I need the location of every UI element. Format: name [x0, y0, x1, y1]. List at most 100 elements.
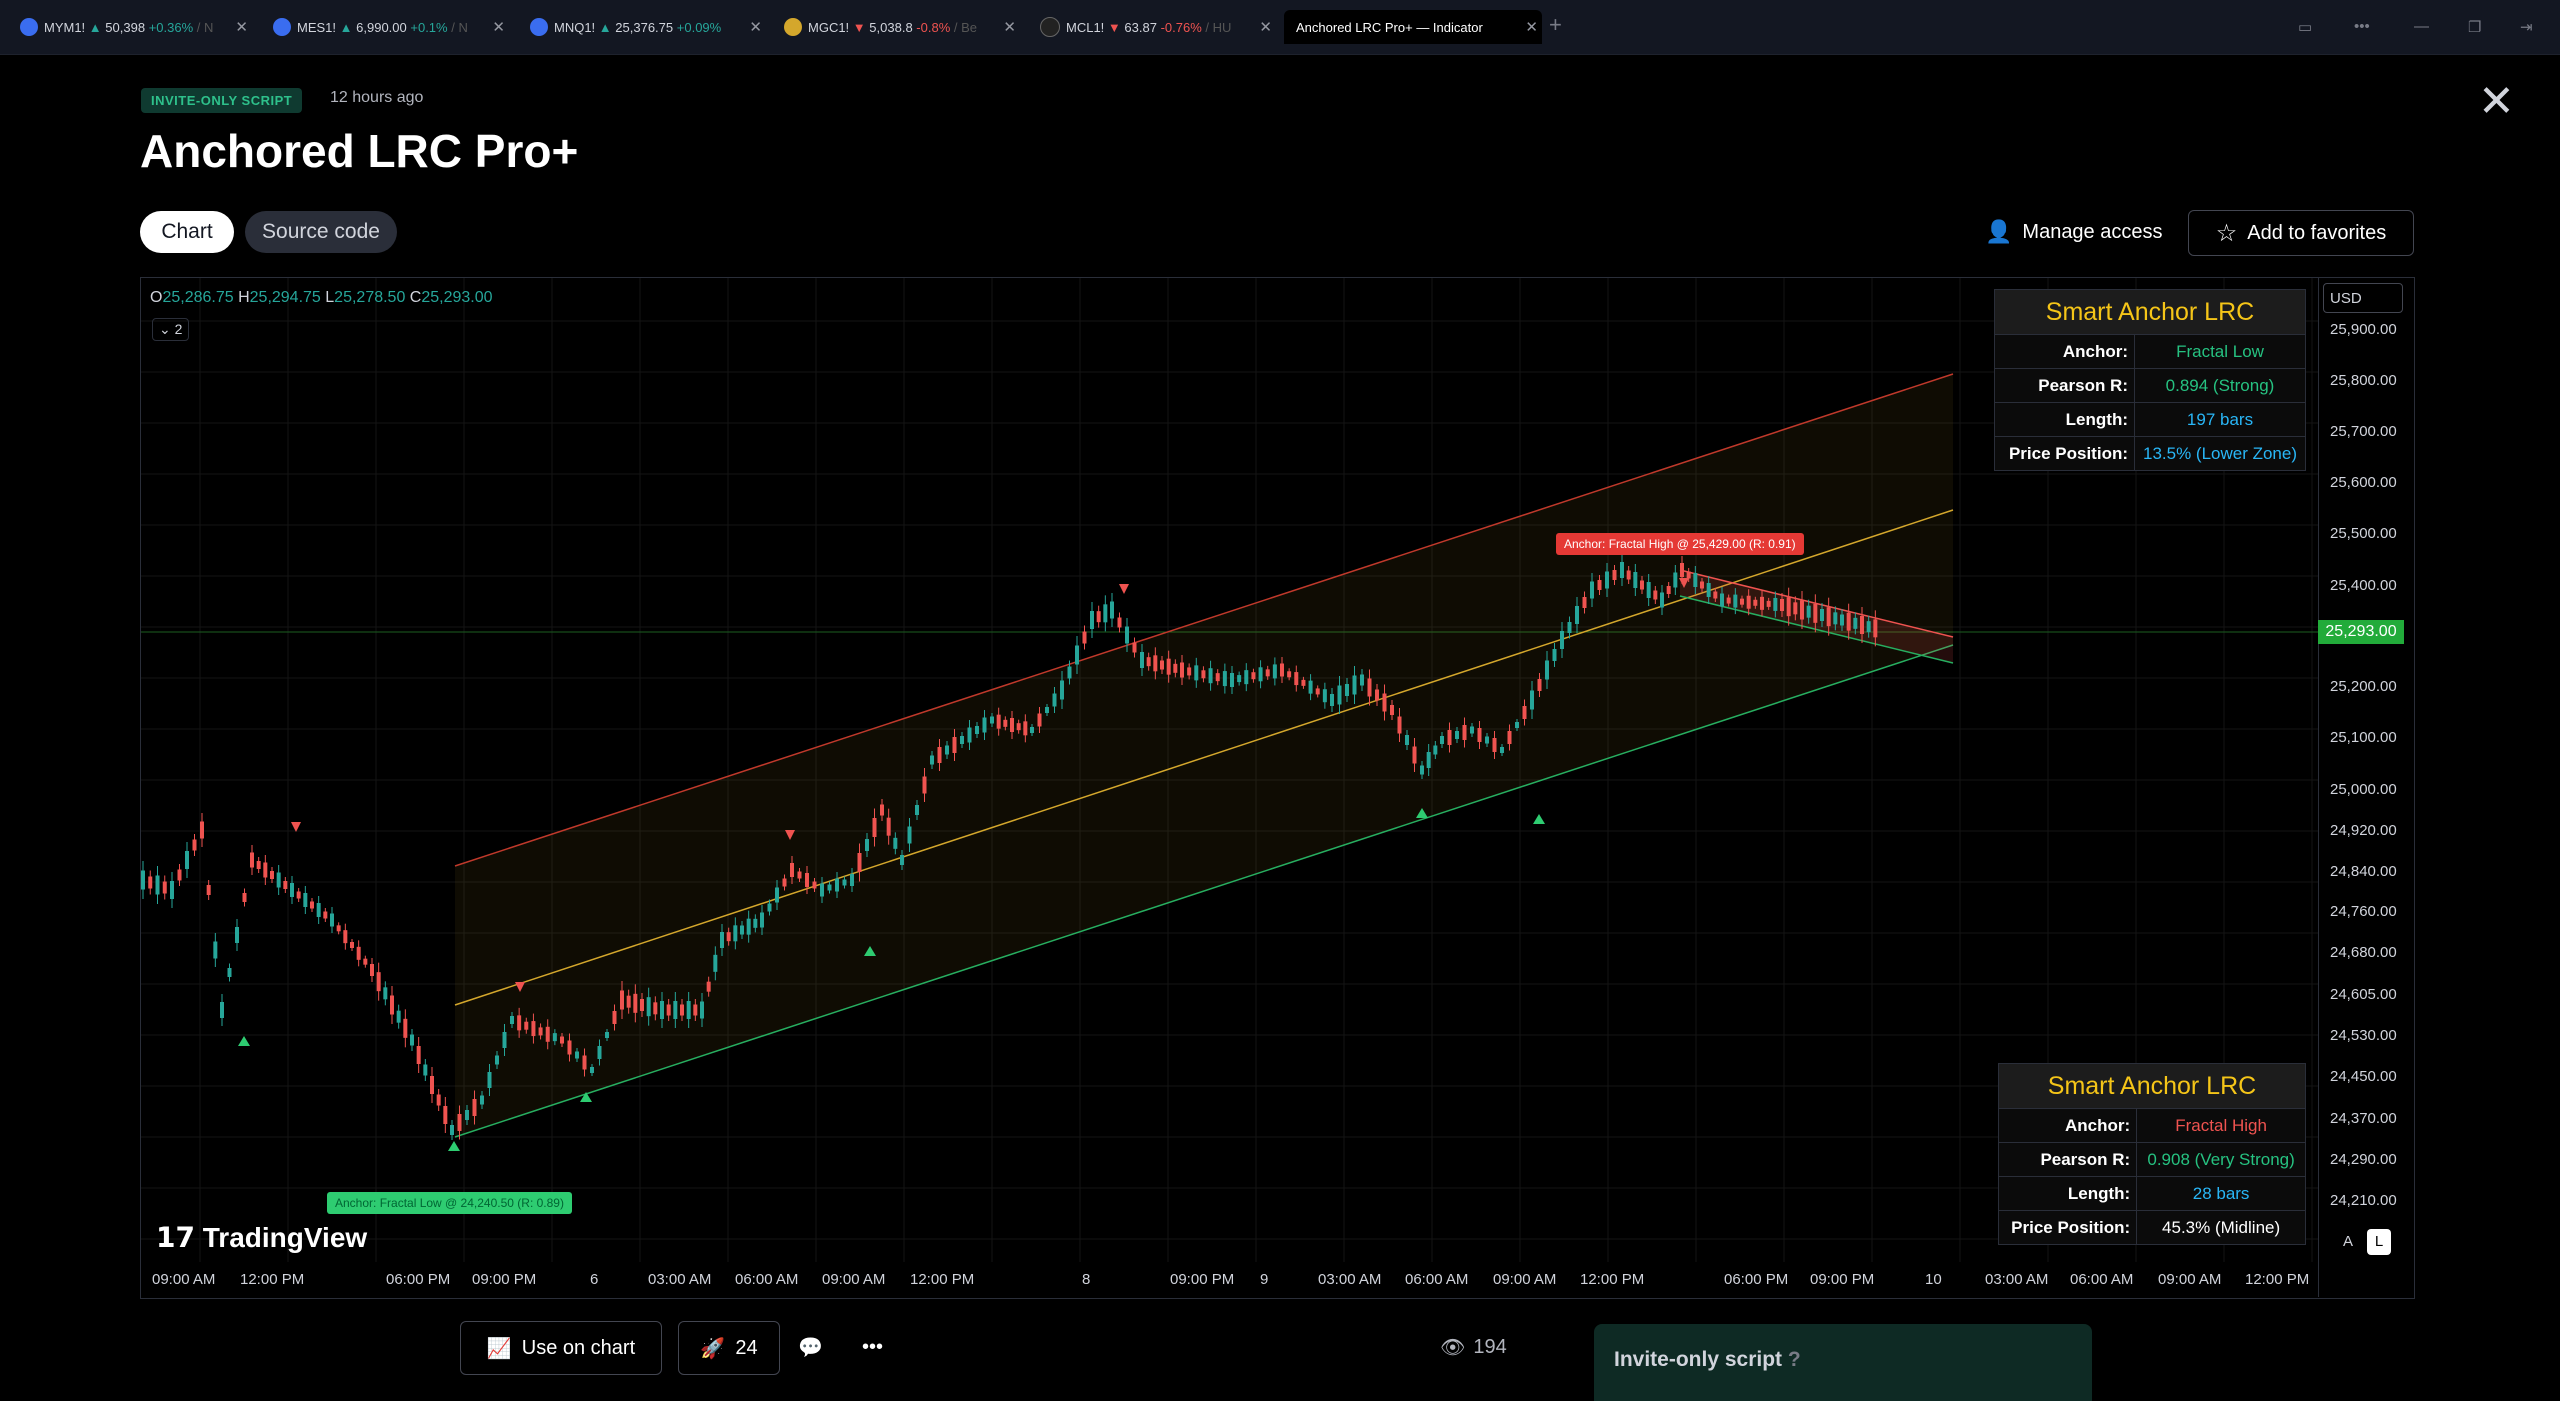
invite-only-title: Invite-only script — [1614, 1348, 1783, 1371]
price-axis-label: 24,605.00 — [2330, 986, 2397, 1003]
row-value: 45.3% (Midline) — [2136, 1210, 2305, 1244]
close-tab-icon[interactable]: ✕ — [235, 18, 248, 36]
tab-change: -0.76% — [1160, 19, 1202, 35]
new-tab-icon[interactable]: + — [1549, 12, 1562, 38]
currency-selector[interactable]: USD — [2323, 283, 2403, 313]
eye-icon: 👁 — [1440, 1336, 1466, 1359]
restore-icon[interactable]: ❐ — [2468, 18, 2481, 36]
price-axis-label: 24,680.00 — [2330, 944, 2397, 961]
price-axis-label: 25,400.00 — [2330, 577, 2397, 594]
row-key: Pearson R: — [1995, 368, 2135, 403]
us-flag-icon — [20, 18, 38, 36]
us-flag-icon — [273, 18, 291, 36]
tab-price: 25,376.75 — [615, 19, 674, 35]
more-icon[interactable]: ••• — [2354, 18, 2370, 35]
exit-icon[interactable]: ⇥ — [2520, 18, 2533, 36]
row-key: Length: — [1999, 1176, 2138, 1211]
tab-symbol: MNQ1! — [554, 19, 596, 35]
legend-toggle-button[interactable]: ⌄ 2 — [152, 318, 190, 341]
tab-price: 50,398 — [105, 19, 146, 35]
smart-anchor-panel-top: Smart Anchor LRC Anchor: Fractal Low Pear… — [1994, 289, 2306, 471]
tab-symbol: MES1! — [297, 19, 337, 35]
boost-button[interactable]: 🚀 24 — [678, 1321, 780, 1375]
time-axis-label: 03:00 AM — [1985, 1271, 2049, 1288]
log-scale-button[interactable]: L — [2367, 1229, 2391, 1255]
row-key: Anchor: — [1999, 1108, 2138, 1143]
price-axis-label: 24,290.00 — [2330, 1151, 2397, 1168]
tradingview-logo-icon: 𝟭𝟳 — [156, 1222, 195, 1253]
row-key: Pearson R: — [1999, 1142, 2138, 1177]
tab-extra: / N — [196, 19, 214, 35]
tab-mym[interactable]: MYM1! ▲ 50,398 +0.36% / N ✕ — [20, 10, 252, 44]
add-to-favorites-button[interactable]: ☆ Add to favorites — [2188, 210, 2414, 256]
row-value: 0.894 (Strong) — [2134, 368, 2305, 403]
time-axis-label: 09:00 AM — [152, 1271, 216, 1288]
rocket-icon: 🚀 — [700, 1337, 726, 1360]
time-axis-label: 12:00 PM — [910, 1271, 975, 1288]
row-value: Fractal High — [2136, 1108, 2305, 1143]
tab-extra: / Be — [953, 19, 978, 35]
close-tab-icon[interactable]: ✕ — [1525, 18, 1538, 36]
price-axis-label: 25,800.00 — [2330, 372, 2397, 389]
row-value: 13.5% (Lower Zone) — [2134, 436, 2305, 470]
tab-active-indicator[interactable]: Anchored LRC Pro+ — Indicator ✕ — [1284, 10, 1542, 44]
time-axis-label: 06:00 AM — [1405, 1271, 1469, 1288]
price-axis-label: 25,600.00 — [2330, 474, 2397, 491]
use-on-chart-button[interactable]: 📈 Use on chart — [460, 1321, 662, 1375]
more-options-icon[interactable]: ••• — [862, 1321, 883, 1373]
price-axis-label: 24,210.00 — [2330, 1192, 2397, 1209]
tab-symbol: MGC1! — [808, 19, 850, 35]
price-axis-label: 24,450.00 — [2330, 1068, 2397, 1085]
legend-count: 2 — [174, 321, 183, 337]
time-axis-label: 09:00 AM — [1493, 1271, 1557, 1288]
manage-access-label: Manage access — [2022, 220, 2163, 243]
current-price-label: 25,293.00 — [2318, 620, 2404, 644]
views-count: 👁 194 — [1440, 1321, 1507, 1373]
tab-arrow: ▲ — [339, 19, 353, 35]
close-tab-icon[interactable]: ✕ — [1003, 18, 1016, 36]
row-value: 0.908 (Very Strong) — [2136, 1142, 2305, 1177]
tab-symbol: MCL1! — [1066, 19, 1105, 35]
close-tab-icon[interactable]: ✕ — [492, 18, 505, 36]
tab-mgc[interactable]: MGC1! ▼ 5,038.8 -0.8% / Be ✕ — [784, 10, 1020, 44]
tab-mcl[interactable]: MCL1! ▼ 63.87 -0.76% / HU ✕ — [1040, 10, 1276, 44]
price-axis-label: 24,530.00 — [2330, 1027, 2397, 1044]
tab-mnq[interactable]: MNQ1! ▲ 25,376.75 +0.09% ✕ — [530, 10, 766, 44]
time-axis-label: 9 — [1260, 1271, 1269, 1288]
tab-title: Anchored LRC Pro+ — Indicator — [1296, 19, 1483, 35]
row-value: 28 bars — [2136, 1176, 2305, 1211]
tab-arrow: ▼ — [1107, 19, 1121, 35]
time-axis-label: 6 — [590, 1271, 599, 1288]
time-axis-label: 12:00 PM — [240, 1271, 305, 1288]
help-icon[interactable]: ? — [1788, 1348, 1801, 1371]
oil-drop-icon — [1040, 17, 1060, 37]
tab-extra: / HU — [1205, 19, 1232, 35]
time-axis-label: 09:00 PM — [472, 1271, 537, 1288]
minimize-icon[interactable]: — — [2414, 18, 2429, 35]
tab-source-code[interactable]: Source code — [245, 211, 397, 253]
manage-access-button[interactable]: 👤 Manage access — [1985, 210, 2162, 254]
close-icon[interactable]: ✕ — [2478, 80, 2515, 124]
time-axis-label: 10 — [1925, 1271, 1942, 1288]
tab-mes[interactable]: MES1! ▲ 6,990.00 +0.1% / N ✕ — [273, 10, 509, 44]
close-tab-icon[interactable]: ✕ — [749, 18, 762, 36]
close-tab-icon[interactable]: ✕ — [1259, 18, 1272, 36]
tab-chart[interactable]: Chart — [140, 211, 234, 253]
page-title: Anchored LRC Pro+ — [140, 125, 579, 177]
price-axis-label: 25,500.00 — [2330, 525, 2397, 542]
comments-icon[interactable]: 💬 — [798, 1321, 823, 1373]
time-axis-label: 8 — [1082, 1271, 1091, 1288]
gold-icon — [784, 18, 802, 36]
price-axis-label: 24,760.00 — [2330, 903, 2397, 920]
tab-arrow: ▼ — [852, 19, 866, 35]
anchor-high-label: Anchor: Fractal High @ 25,429.00 (R: 0.9… — [1556, 533, 1804, 555]
boost-count: 24 — [735, 1336, 758, 1359]
tab-arrow: ▲ — [598, 19, 612, 35]
auto-scale-button[interactable]: A — [2336, 1229, 2360, 1255]
time-axis-label: 03:00 AM — [1318, 1271, 1382, 1288]
tab-change: +0.36% — [148, 19, 194, 35]
open-value: 25,286.75 — [162, 289, 234, 306]
tab-price: 63.87 — [1124, 19, 1157, 35]
row-key: Anchor: — [1995, 334, 2135, 369]
layout-icon[interactable]: ▭ — [2298, 18, 2312, 36]
